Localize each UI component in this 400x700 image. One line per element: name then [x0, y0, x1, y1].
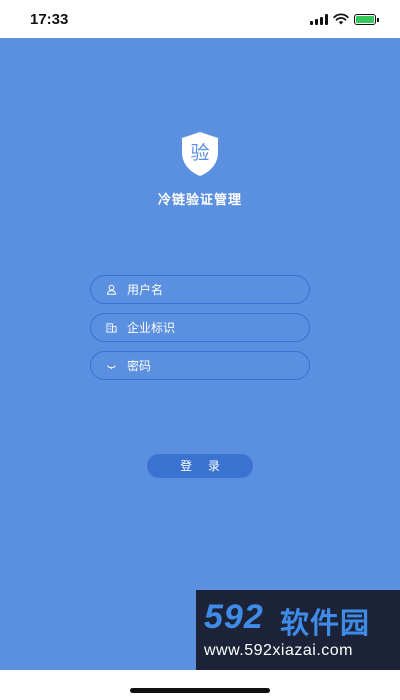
enterprise-id-input[interactable]	[127, 320, 287, 335]
status-bar: 17:33	[0, 0, 400, 38]
user-icon	[105, 284, 117, 296]
signal-icon	[310, 13, 328, 25]
wifi-icon	[333, 13, 349, 25]
password-field[interactable]	[90, 351, 310, 380]
building-icon	[105, 322, 117, 334]
username-field[interactable]	[90, 275, 310, 304]
logo-text: 验	[190, 142, 210, 164]
watermark-brand-number: 592	[204, 598, 264, 636]
battery-charging-icon	[354, 13, 379, 25]
status-time: 17:33	[30, 10, 69, 28]
watermark-url: www.592xiazai.com	[204, 642, 353, 659]
enterprise-id-field[interactable]	[90, 313, 310, 342]
shield-logo-icon: 验	[178, 130, 222, 178]
status-icons	[310, 13, 379, 25]
login-screen: 验 冷链验证管理 用户名 企业标识 登 录	[0, 38, 400, 670]
home-indicator[interactable]	[130, 688, 270, 693]
login-button[interactable]: 登 录	[147, 454, 253, 478]
watermark-brand-name: 软件园	[280, 606, 371, 640]
app-title: 冷链验证管理	[157, 193, 242, 208]
watermark-overlay: 592 软件园 www.592xiazai.com	[196, 590, 400, 670]
home-bar-area	[0, 670, 400, 700]
password-input[interactable]	[127, 358, 287, 373]
username-input[interactable]	[127, 282, 287, 297]
key-icon	[105, 360, 117, 372]
